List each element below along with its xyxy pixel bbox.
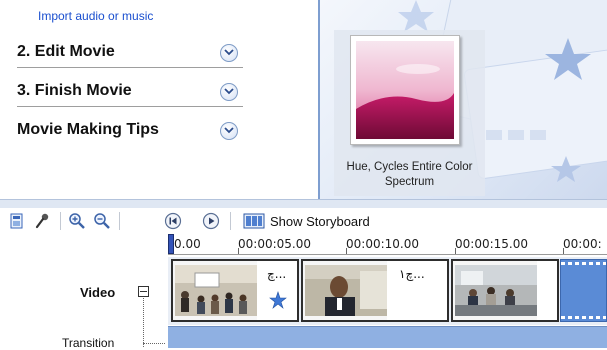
transition-track[interactable] <box>168 326 607 348</box>
timeline-toolbar: Show Storyboard <box>0 208 607 234</box>
film-perforation <box>537 316 557 320</box>
video-clip-selected[interactable] <box>560 259 607 322</box>
film-perforation <box>537 261 557 265</box>
playhead[interactable] <box>168 234 174 254</box>
toolbar-separator <box>60 212 61 230</box>
effect-thumbnail <box>356 41 454 139</box>
chevron-down-icon[interactable] <box>220 122 238 140</box>
tree-connector <box>143 298 145 347</box>
import-audio-link[interactable]: Import audio or music <box>38 9 153 23</box>
ruler-label: 00:00: <box>563 237 602 251</box>
rewind-icon[interactable] <box>164 212 182 230</box>
video-clip[interactable]: چ١... <box>301 259 449 322</box>
effect-item-hue-cycle[interactable]: Hue, Cycles Entire Color Spectrum <box>334 30 485 196</box>
task-label: Movie Making Tips <box>17 121 159 138</box>
zoom-in-icon[interactable] <box>68 212 86 230</box>
clip-frame <box>537 261 557 320</box>
clip-thumbnail <box>455 265 537 316</box>
collapse-track-button[interactable] <box>138 286 149 297</box>
effect-name: Hue, Cycles Entire Color Spectrum <box>346 161 473 188</box>
ruler-label: 0.00 <box>174 237 201 251</box>
film-perforation <box>387 316 447 320</box>
video-clip[interactable] <box>451 259 559 322</box>
storyboard-icon[interactable] <box>243 212 265 230</box>
ruler-label: 00:00:15.00 <box>455 237 528 251</box>
film-perforation <box>257 316 297 320</box>
task-edit-movie[interactable]: 2. Edit Movie <box>17 39 243 68</box>
show-storyboard-button[interactable]: Show Storyboard <box>270 214 370 229</box>
track-label-transition: Transition <box>62 336 115 350</box>
track-label-video: Video <box>80 285 116 300</box>
video-clip[interactable]: چ... <box>171 259 299 322</box>
film-perforation <box>561 316 606 319</box>
video-track[interactable]: چ... چ١... <box>168 257 607 325</box>
task-label: 3. Finish Movie <box>17 82 132 99</box>
star-effect-icon <box>269 291 287 309</box>
toolbar-separator <box>230 212 231 230</box>
tree-connector <box>143 343 165 345</box>
time-ruler[interactable]: 0.00 00:00:05.00 00:00:10.00 00:00:15.00… <box>168 234 607 255</box>
film-perforation <box>387 261 447 265</box>
ruler-label: 00:00:10.00 <box>346 237 419 251</box>
effects-pane: Hue, Cycles Entire Color Spectrum <box>320 0 607 199</box>
clip-thumbnail <box>305 265 387 316</box>
ruler-label: 00:00:05.00 <box>238 237 311 251</box>
play-icon[interactable] <box>202 212 220 230</box>
timeline: 0.00 00:00:05.00 00:00:10.00 00:00:15.00… <box>0 234 607 350</box>
effect-thumbnail-frame <box>350 35 460 145</box>
task-label: 2. Edit Movie <box>17 43 115 60</box>
chevron-down-icon[interactable] <box>220 83 238 101</box>
clip-label: چ... <box>267 267 287 281</box>
task-finish-movie[interactable]: 3. Finish Movie <box>17 78 243 107</box>
film-perforation <box>257 261 297 265</box>
zoom-out-icon[interactable] <box>93 212 111 230</box>
clip-thumbnail <box>175 265 257 316</box>
task-movie-making-tips[interactable]: Movie Making Tips <box>17 117 243 145</box>
movie-tasks-pane: Import audio or music 2. Edit Movie 3. F… <box>0 0 318 199</box>
narrate-icon[interactable] <box>34 212 52 230</box>
film-perforation <box>561 262 606 265</box>
toolbar-separator <box>119 212 120 230</box>
storyboard-timeline-icon[interactable] <box>8 212 26 230</box>
chevron-down-icon[interactable] <box>220 44 238 62</box>
clip-label: چ١... <box>399 267 425 281</box>
